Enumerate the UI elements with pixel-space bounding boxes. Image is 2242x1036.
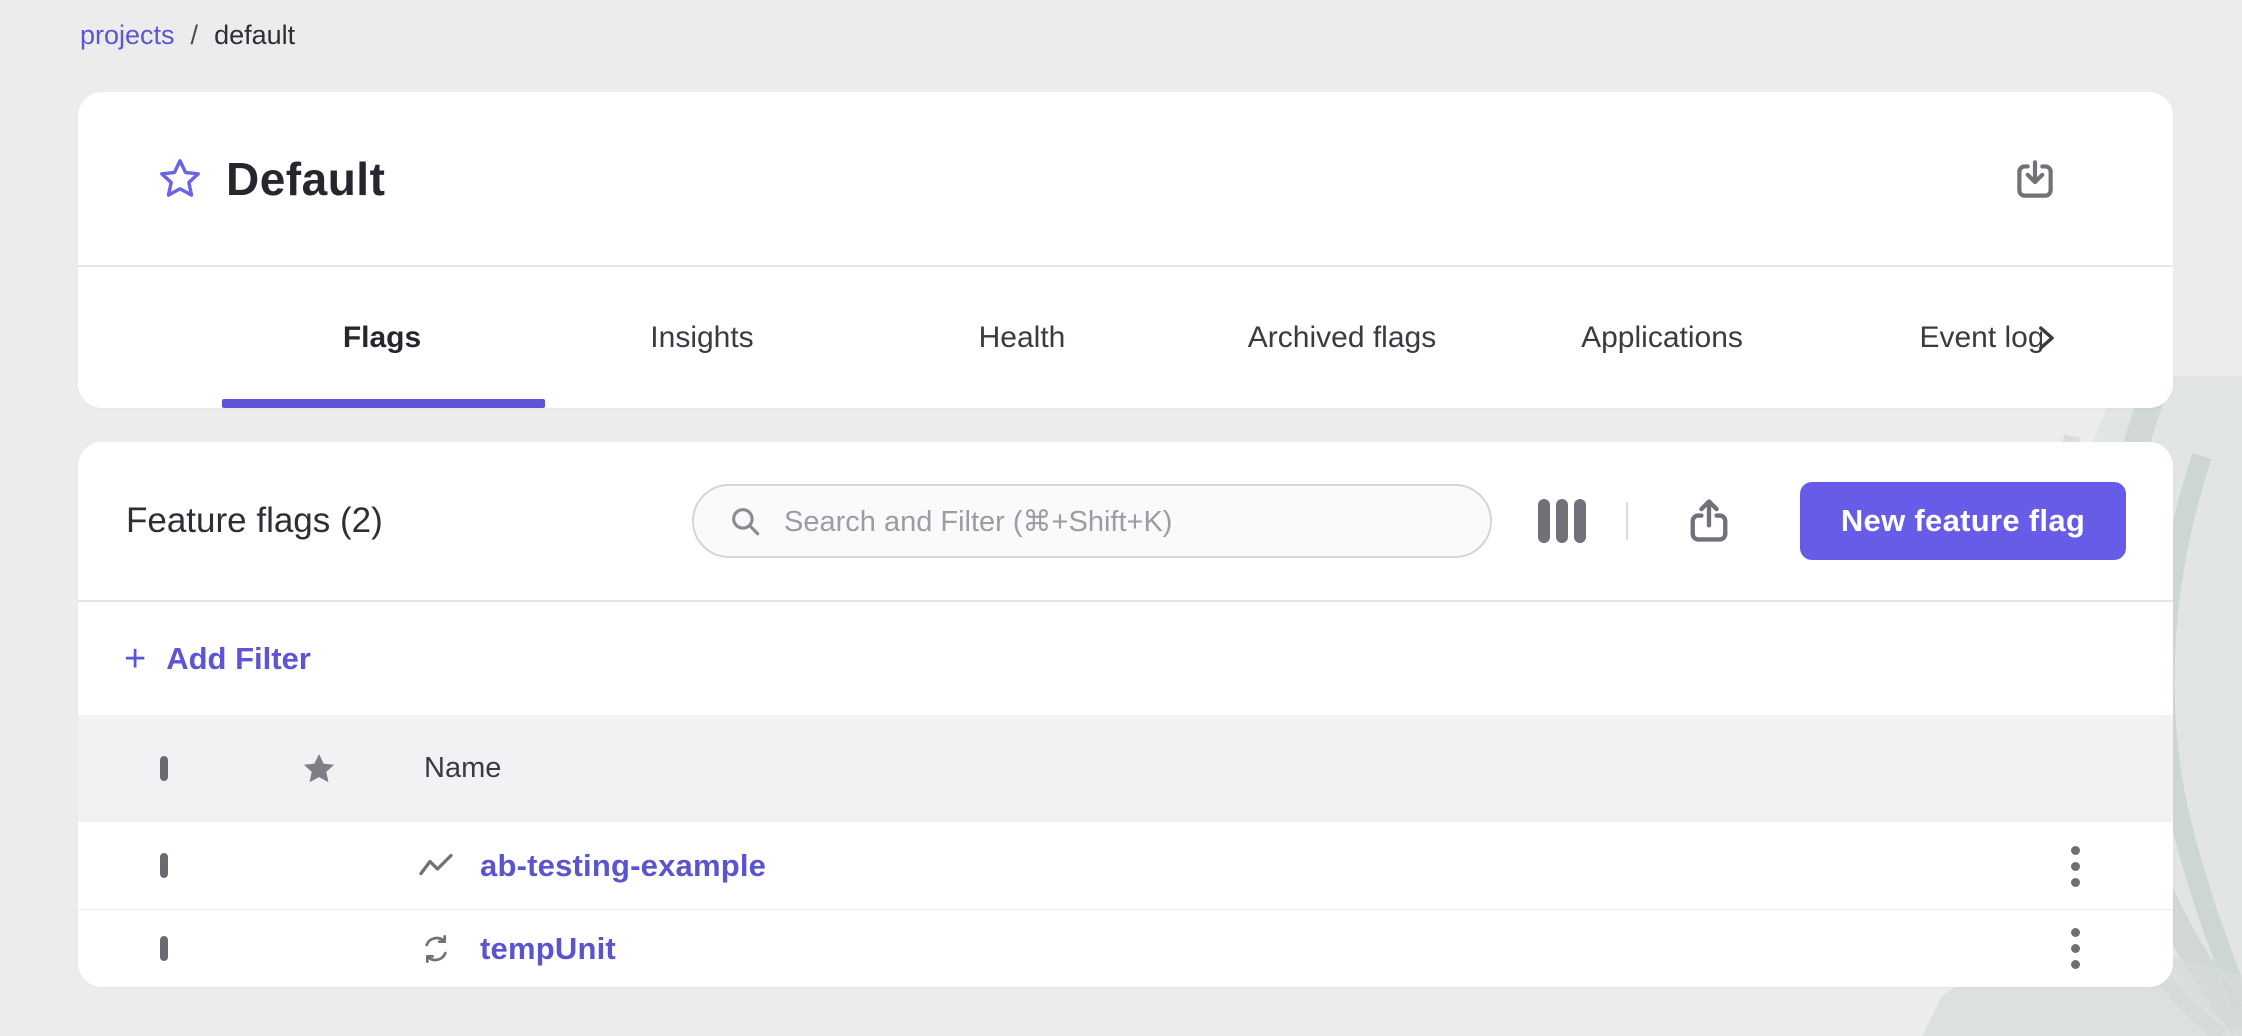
row-checkbox[interactable] (160, 936, 168, 961)
tab-flags[interactable]: Flags (222, 267, 542, 408)
new-feature-flag-button[interactable]: New feature flag (1800, 482, 2126, 560)
feature-flags-card: Feature flags (2) Search and Filter (⌘+S… (78, 442, 2173, 987)
breadcrumb-separator: / (191, 20, 199, 51)
name-column-header: Name (424, 752, 501, 785)
columns-view-icon[interactable] (1530, 490, 1594, 552)
tabs-strip: Flags Insights Health Archived flags App… (222, 267, 2042, 408)
tab-event-log[interactable]: Event log (1822, 267, 2042, 408)
breadcrumb: projects / default (80, 20, 295, 51)
active-tab-underline (222, 399, 545, 408)
tab-insights[interactable]: Insights (542, 267, 862, 408)
tabs-overflow-chevron-icon[interactable] (2015, 267, 2075, 408)
favorites-column-star-icon (300, 750, 338, 788)
feature-flags-page: projects / default Default Flags (0, 0, 2242, 1036)
flag-link[interactable]: ab-testing-example (480, 848, 766, 884)
toolbar-separator (1626, 502, 1628, 540)
trend-line-icon (418, 851, 454, 881)
project-header-card: Default Flags Insights Health Archived f… (78, 92, 2173, 408)
favorite-star-icon[interactable] (156, 155, 204, 203)
tab-applications[interactable]: Applications (1502, 267, 1822, 408)
add-filter-label: Add Filter (166, 641, 311, 677)
table-row: tempUnit (78, 910, 2173, 987)
cycle-icon (418, 932, 454, 966)
download-icon[interactable] (2007, 152, 2063, 208)
export-icon[interactable] (1674, 486, 1744, 556)
search-icon (728, 504, 762, 538)
page-title: Default (226, 152, 385, 206)
add-filter-button[interactable]: + Add Filter (124, 602, 311, 715)
tab-archived-flags[interactable]: Archived flags (1182, 267, 1502, 408)
row-kebab-menu-icon[interactable] (2045, 914, 2105, 984)
plus-icon: + (124, 640, 146, 678)
table-row: ab-testing-example (78, 822, 2173, 910)
flag-link[interactable]: tempUnit (480, 931, 616, 967)
search-placeholder: Search and Filter (⌘+Shift+K) (784, 504, 1172, 539)
toolbar-divider (78, 600, 2173, 602)
search-input[interactable]: Search and Filter (⌘+Shift+K) (692, 484, 1492, 558)
table-header-row: Name (78, 715, 2173, 822)
feature-flags-heading: Feature flags (2) (126, 442, 383, 600)
breadcrumb-projects-link[interactable]: projects (80, 20, 175, 51)
row-kebab-menu-icon[interactable] (2045, 831, 2105, 901)
tab-health[interactable]: Health (862, 267, 1182, 408)
tab-bar: Flags Insights Health Archived flags App… (78, 267, 2173, 408)
row-checkbox[interactable] (160, 853, 168, 878)
select-all-checkbox[interactable] (160, 756, 168, 781)
breadcrumb-current: default (214, 20, 295, 51)
flags-toolbar: Feature flags (2) Search and Filter (⌘+S… (78, 442, 2173, 600)
project-title-row: Default (78, 92, 2173, 266)
